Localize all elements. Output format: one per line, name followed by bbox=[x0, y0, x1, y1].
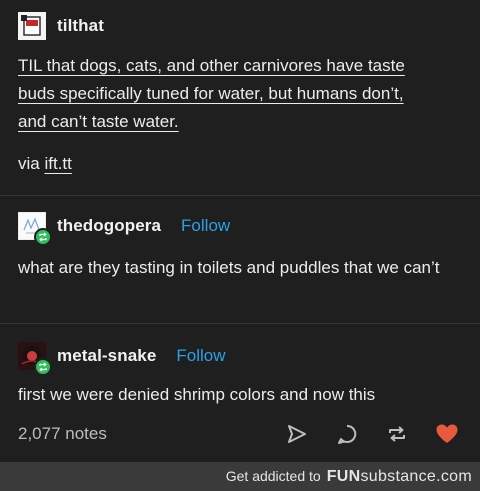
follow-button[interactable]: Follow bbox=[181, 216, 230, 236]
reblog-comment: first we were denied shrimp colors and n… bbox=[18, 385, 376, 404]
brand-substance: substance bbox=[360, 468, 437, 485]
divider bbox=[0, 323, 480, 324]
watermark: Get addicted to FUNsubstance.com bbox=[226, 468, 472, 486]
op-link-line[interactable]: TIL that dogs, cats, and other carnivore… bbox=[18, 56, 405, 75]
brand-fun: FUN bbox=[326, 468, 361, 485]
op-username[interactable]: tilthat bbox=[57, 16, 104, 36]
tumblr-post: tilthat TIL that dogs, cats, and other c… bbox=[0, 0, 480, 462]
brand-tld: .com bbox=[436, 468, 472, 485]
post-actions bbox=[260, 421, 460, 447]
avatar[interactable] bbox=[18, 12, 46, 40]
reblog-header: thedogopera Follow bbox=[17, 211, 230, 246]
notes-count[interactable]: 2,077 notes bbox=[18, 424, 107, 444]
avatar[interactable] bbox=[17, 211, 52, 246]
avatar[interactable] bbox=[18, 342, 52, 376]
source-link[interactable]: ift.tt bbox=[44, 154, 71, 173]
watermark-prefix: Get addicted to bbox=[225, 468, 321, 484]
op-body: TIL that dogs, cats, and other carnivore… bbox=[18, 52, 463, 136]
reblog-badge-icon bbox=[34, 228, 52, 246]
follow-button[interactable]: Follow bbox=[176, 346, 225, 366]
reply-icon[interactable] bbox=[334, 421, 360, 447]
divider bbox=[0, 195, 480, 196]
op-link-line[interactable]: buds specifically tuned for water, but h… bbox=[18, 84, 404, 103]
op-link-line[interactable]: and can’t taste water. bbox=[18, 112, 179, 131]
reblogger-username[interactable]: metal-snake bbox=[57, 346, 156, 366]
reblogger-username[interactable]: thedogopera bbox=[57, 216, 161, 236]
via-label: via bbox=[18, 154, 40, 173]
watermark-brand: FUNsubstance.com bbox=[327, 468, 472, 486]
like-heart-icon[interactable] bbox=[434, 421, 460, 447]
op-source: via ift.tt bbox=[18, 150, 463, 178]
op-header: tilthat bbox=[18, 12, 104, 40]
share-icon[interactable] bbox=[284, 421, 310, 447]
reblog-icon[interactable] bbox=[384, 421, 410, 447]
reblog-comment: what are they tasting in toilets and pud… bbox=[18, 258, 440, 277]
watermark-bar: Get addicted to FUNsubstance.com bbox=[0, 462, 480, 491]
reblog-badge-icon bbox=[34, 358, 52, 376]
reblog-header: metal-snake Follow bbox=[18, 342, 226, 376]
